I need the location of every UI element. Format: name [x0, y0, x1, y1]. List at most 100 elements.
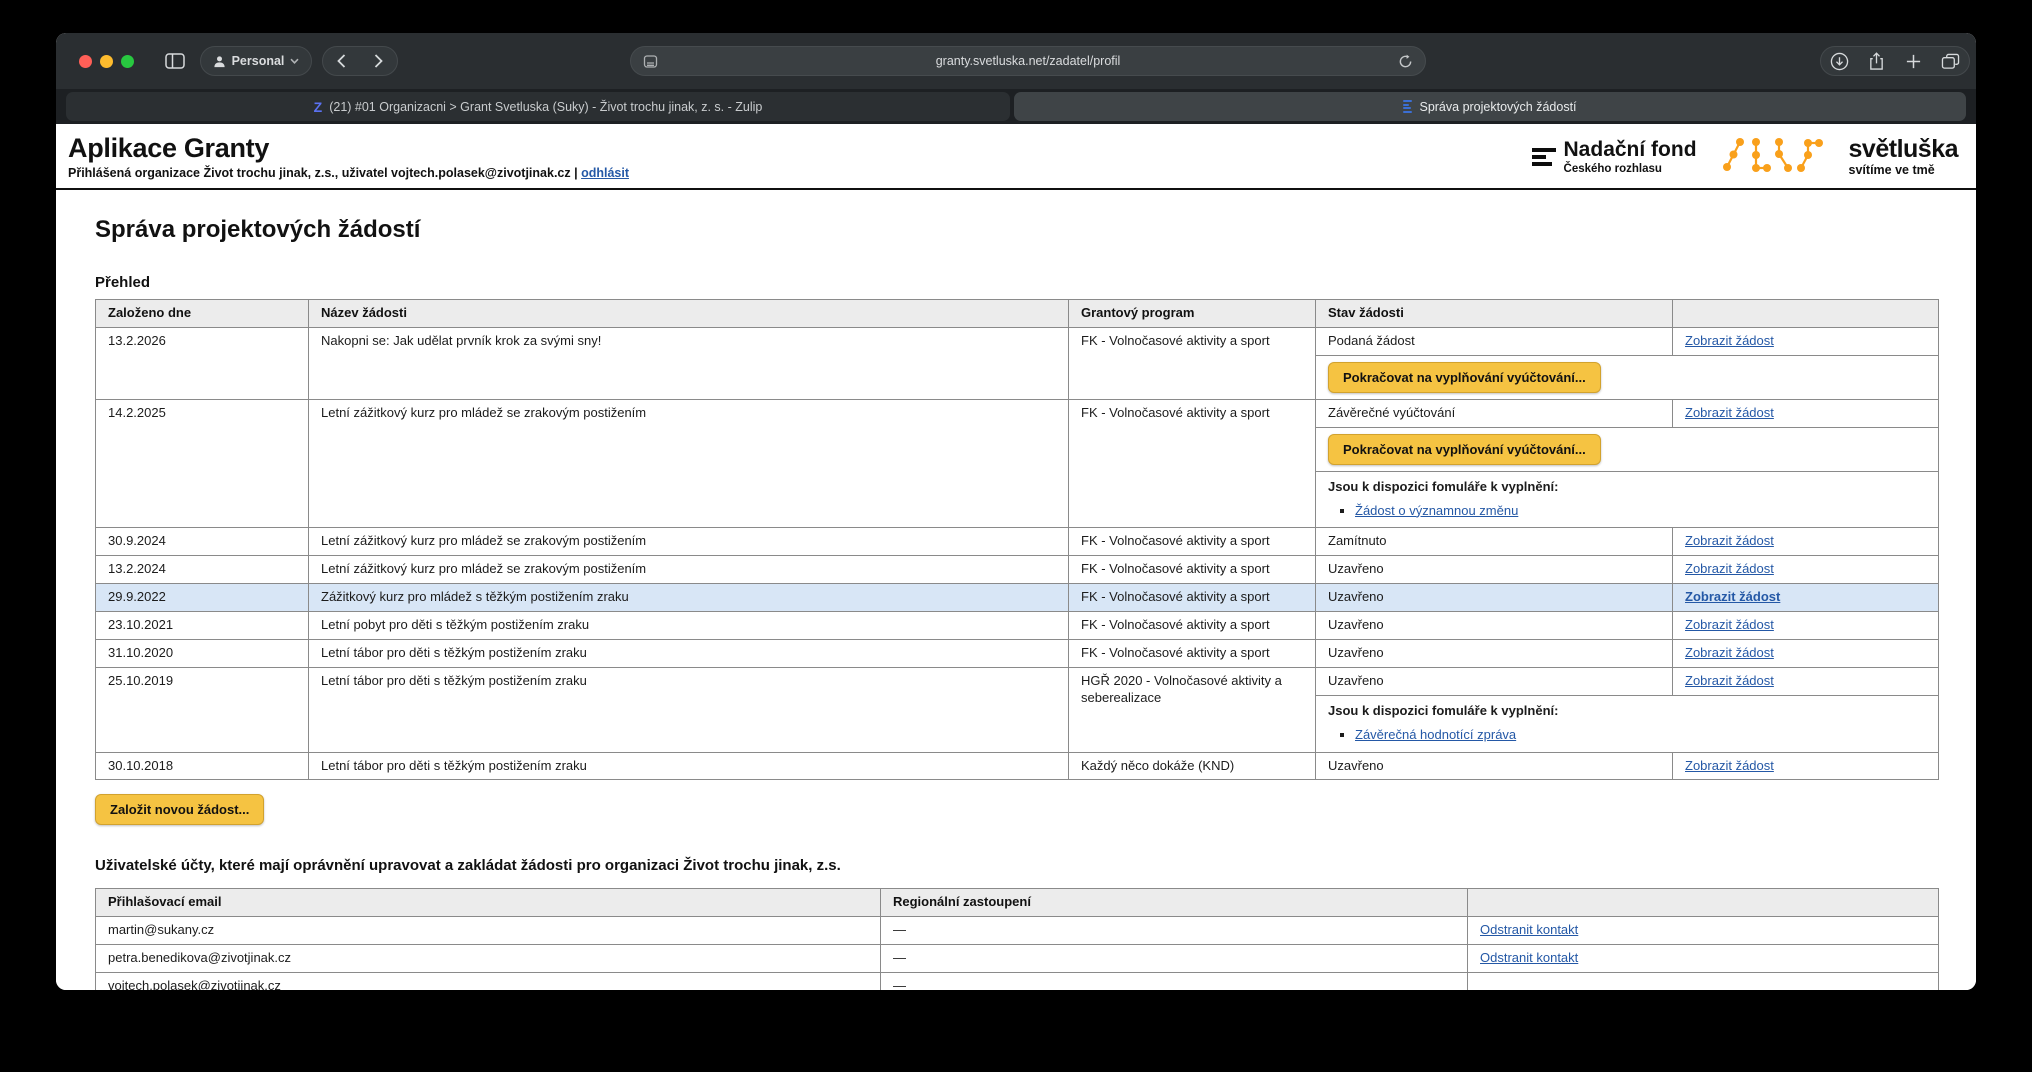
application-view-cell: Zobrazit žádost — [1673, 327, 1939, 355]
tab-sprava-zadosti[interactable]: Správa projektových žádostí — [1014, 92, 1966, 121]
application-program: Každý něco dokáže (KND) — [1069, 752, 1316, 780]
application-row: 25.10.2019Letní tábor pro děti s těžkým … — [96, 667, 1939, 695]
nf-subtitle: Českého rozhlasu — [1564, 163, 1697, 175]
view-application-link[interactable]: Zobrazit žádost — [1685, 645, 1774, 660]
col-status: Stav žádosti — [1316, 300, 1673, 328]
reload-icon[interactable] — [1398, 54, 1413, 69]
chevron-down-icon — [290, 58, 299, 64]
view-application-link[interactable]: Zobrazit žádost — [1685, 333, 1774, 348]
view-application-link[interactable]: Zobrazit žádost — [1685, 589, 1780, 604]
browser-toolbar: Personal granty.svetluska.net/zadatel/pr… — [56, 33, 1976, 89]
user-region: — — [881, 945, 1468, 973]
downloads-button[interactable] — [1821, 52, 1858, 71]
application-view-cell: Zobrazit žádost — [1673, 667, 1939, 695]
view-application-link[interactable]: Zobrazit žádost — [1685, 617, 1774, 632]
window-controls — [79, 55, 134, 68]
desktop-background: Personal granty.svetluska.net/zadatel/pr… — [0, 0, 2032, 1072]
application-view-cell: Zobrazit žádost — [1673, 556, 1939, 584]
application-date: 23.10.2021 — [96, 612, 309, 640]
user-region: — — [881, 973, 1468, 990]
profile-label: Personal — [232, 54, 285, 68]
application-view-cell: Zobrazit žádost — [1673, 399, 1939, 427]
svetluska-constellation-icon — [1723, 134, 1823, 180]
nadacni-fond-logo: Nadační fond Českého rozhlasu — [1532, 139, 1697, 175]
application-row: 30.9.2024Letní zážitkový kurz pro mládež… — [96, 528, 1939, 556]
application-view-cell: Zobrazit žádost — [1673, 752, 1939, 780]
forms-list-item: Žádost o významnou změnu — [1355, 503, 1926, 520]
view-application-link[interactable]: Zobrazit žádost — [1685, 758, 1774, 773]
application-date: 25.10.2019 — [96, 667, 309, 752]
remove-contact-link[interactable]: Odstranit kontakt — [1480, 922, 1578, 937]
back-button[interactable] — [323, 54, 360, 68]
share-button[interactable] — [1858, 52, 1895, 71]
zoom-window-button[interactable] — [121, 55, 134, 68]
tab-overview-button[interactable] — [1932, 53, 1969, 70]
header-logos: Nadační fond Českého rozhlasu — [1532, 134, 1962, 180]
rozhlas-bars-icon — [1532, 148, 1556, 166]
application-status: Uzavřeno — [1316, 556, 1673, 584]
application-name: Letní zážitkový kurz pro mládež se zrako… — [309, 528, 1069, 556]
user-remove-cell: Odstranit kontakt — [1468, 917, 1939, 945]
forms-list-item: Závěrečná hodnotící zpráva — [1355, 727, 1926, 744]
new-tab-button[interactable] — [1895, 53, 1932, 70]
user-remove-cell: Odstranit kontakt — [1468, 945, 1939, 973]
app-title: Aplikace Granty — [68, 133, 629, 164]
new-application-button[interactable]: Založit novou žádost... — [95, 794, 264, 825]
sidebar-toggle-button[interactable] — [158, 46, 192, 76]
application-name: Letní tábor pro děti s těžkým postižením… — [309, 640, 1069, 668]
main-content: Správa projektových žádostí Přehled Zalo… — [56, 190, 1976, 990]
user-row: vojtech.polasek@zivotjinak.cz— — [96, 973, 1939, 990]
zulip-z-icon: Z — [314, 100, 323, 114]
view-application-link[interactable]: Zobrazit žádost — [1685, 533, 1774, 548]
profile-switcher[interactable]: Personal — [200, 46, 312, 76]
application-date: 13.2.2026 — [96, 327, 309, 399]
view-application-link[interactable]: Zobrazit žádost — [1685, 405, 1774, 420]
application-name: Letní pobyt pro děti s těžkým postižením… — [309, 612, 1069, 640]
applications-header-row: Založeno dne Název žádosti Grantový prog… — [96, 300, 1939, 328]
view-application-link[interactable]: Zobrazit žádost — [1685, 673, 1774, 688]
download-icon — [1830, 52, 1849, 71]
user-email: vojtech.polasek@zivotjinak.cz — [96, 973, 881, 990]
minimize-window-button[interactable] — [100, 55, 113, 68]
logout-link[interactable]: odhlásit — [581, 166, 629, 180]
tab-label: Správa projektových žádostí — [1419, 100, 1576, 114]
users-table: Přihlašovací email Regionální zastoupení… — [95, 888, 1939, 990]
application-forms-cell: Jsou k dispozici fomuláře k vyplnění:Záv… — [1316, 695, 1939, 752]
col-name: Název žádosti — [309, 300, 1069, 328]
user-region: — — [881, 917, 1468, 945]
user-email: martin@sukany.cz — [96, 917, 881, 945]
application-program: FK - Volnočasové aktivity a sport — [1069, 327, 1316, 399]
application-name: Letní tábor pro děti s těžkým postižením… — [309, 752, 1069, 780]
form-link[interactable]: Žádost o významnou změnu — [1355, 503, 1518, 518]
application-name: Letní zážitkový kurz pro mládež se zrako… — [309, 399, 1069, 528]
remove-contact-link[interactable]: Odstranit kontakt — [1480, 950, 1578, 965]
application-date: 29.9.2022 — [96, 584, 309, 612]
application-row: 13.2.2024Letní zážitkový kurz pro mládež… — [96, 556, 1939, 584]
address-bar[interactable]: granty.svetluska.net/zadatel/profil — [630, 46, 1426, 76]
application-row: 30.10.2018Letní tábor pro děti s těžkým … — [96, 752, 1939, 780]
users-heading: Uživatelské účty, které mají oprávnění u… — [95, 857, 1938, 874]
application-action-cell: Pokračovat na vyplňování vyúčtování... — [1316, 355, 1939, 399]
continue-settlement-button[interactable]: Pokračovat na vyplňování vyúčtování... — [1328, 362, 1601, 393]
application-row: 13.2.2026Nakopni se: Jak udělat prvník k… — [96, 327, 1939, 355]
application-status: Uzavřeno — [1316, 640, 1673, 668]
col-actions — [1673, 300, 1939, 328]
applications-table: Založeno dne Název žádosti Grantový prog… — [95, 299, 1939, 780]
continue-settlement-button[interactable]: Pokračovat na vyplňování vyúčtování... — [1328, 434, 1601, 465]
application-program: FK - Volnočasové aktivity a sport — [1069, 556, 1316, 584]
user-row: martin@sukany.cz— Odstranit kontakt — [96, 917, 1939, 945]
application-action-cell: Pokračovat na vyplňování vyúčtování... — [1316, 427, 1939, 471]
application-program: FK - Volnočasové aktivity a sport — [1069, 612, 1316, 640]
application-name: Letní tábor pro děti s těžkým postižením… — [309, 667, 1069, 752]
user-email: petra.benedikova@zivotjinak.cz — [96, 945, 881, 973]
browser-window: Personal granty.svetluska.net/zadatel/pr… — [56, 33, 1976, 990]
view-application-link[interactable]: Zobrazit žádost — [1685, 561, 1774, 576]
application-program: FK - Volnočasové aktivity a sport — [1069, 584, 1316, 612]
application-status: Podaná žádost — [1316, 327, 1673, 355]
form-link[interactable]: Závěrečná hodnotící zpráva — [1355, 727, 1516, 742]
forward-button[interactable] — [360, 54, 397, 68]
tab-zulip[interactable]: Z (21) #01 Organizacni > Grant Svetluska… — [66, 92, 1010, 121]
application-forms-cell: Jsou k dispozici fomuláře k vyplnění:Žád… — [1316, 471, 1939, 528]
col-program: Grantový program — [1069, 300, 1316, 328]
close-window-button[interactable] — [79, 55, 92, 68]
